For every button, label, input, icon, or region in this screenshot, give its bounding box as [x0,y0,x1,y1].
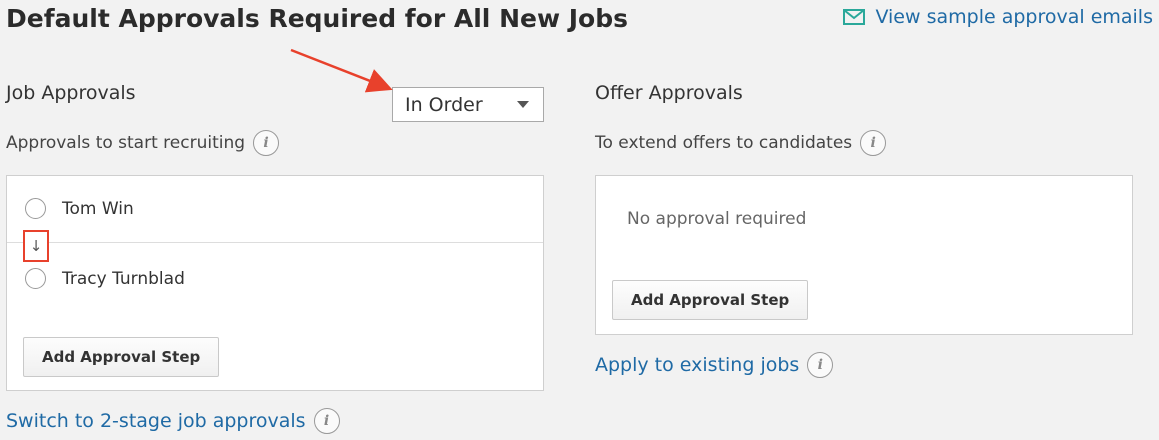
job-approvals-subtitle: Approvals to start recruiting i [6,130,280,156]
offer-approvals-subtitle-text: To extend offers to candidates [595,133,853,153]
approver-divider [7,242,543,243]
approvals-page: Default Approvals Required for All New J… [0,0,1159,440]
add-offer-approval-step-button[interactable]: Add Approval Step [612,280,809,320]
info-icon[interactable]: i [860,130,887,156]
job-approvals-panel: Tom Win ↓ Tracy Turnblad Add Approval St… [6,175,544,391]
view-sample-emails-label: View sample approval emails [875,6,1153,28]
approver-row: Tracy Turnblad [25,268,185,289]
approver-radio[interactable] [25,198,46,219]
info-icon[interactable]: i [313,408,340,434]
switch-two-stage-label: Switch to 2-stage job approvals [6,410,306,432]
offer-approvals-title: Offer Approvals [595,82,743,104]
approver-row: Tom Win [25,198,134,219]
offer-approvals-subtitle: To extend offers to candidates i [595,130,887,156]
switch-two-stage-link[interactable]: Switch to 2-stage job approvals i [6,408,340,434]
offer-approvals-panel: No approval required Add Approval Step [595,175,1133,335]
view-sample-emails-link[interactable]: View sample approval emails [843,6,1153,28]
approval-order-select[interactable]: In Order [392,87,544,122]
approver-name: Tom Win [62,198,134,219]
approver-radio[interactable] [25,268,46,289]
add-job-approval-step-button[interactable]: Add Approval Step [23,337,220,377]
job-approvals-title: Job Approvals [6,82,136,104]
approval-order-value: In Order [405,93,483,116]
info-icon[interactable]: i [253,130,280,156]
job-approvals-subtitle-text: Approvals to start recruiting [6,133,246,153]
apply-existing-jobs-label: Apply to existing jobs [595,354,800,376]
caret-down-icon [517,101,529,108]
apply-existing-jobs-link[interactable]: Apply to existing jobs i [595,352,834,378]
envelope-icon [843,9,866,25]
info-icon[interactable]: i [807,352,834,378]
arrow-down-icon: ↓ [23,230,49,262]
no-approval-text: No approval required [627,209,807,229]
approver-name: Tracy Turnblad [62,268,185,289]
page-title: Default Approvals Required for All New J… [6,4,628,33]
